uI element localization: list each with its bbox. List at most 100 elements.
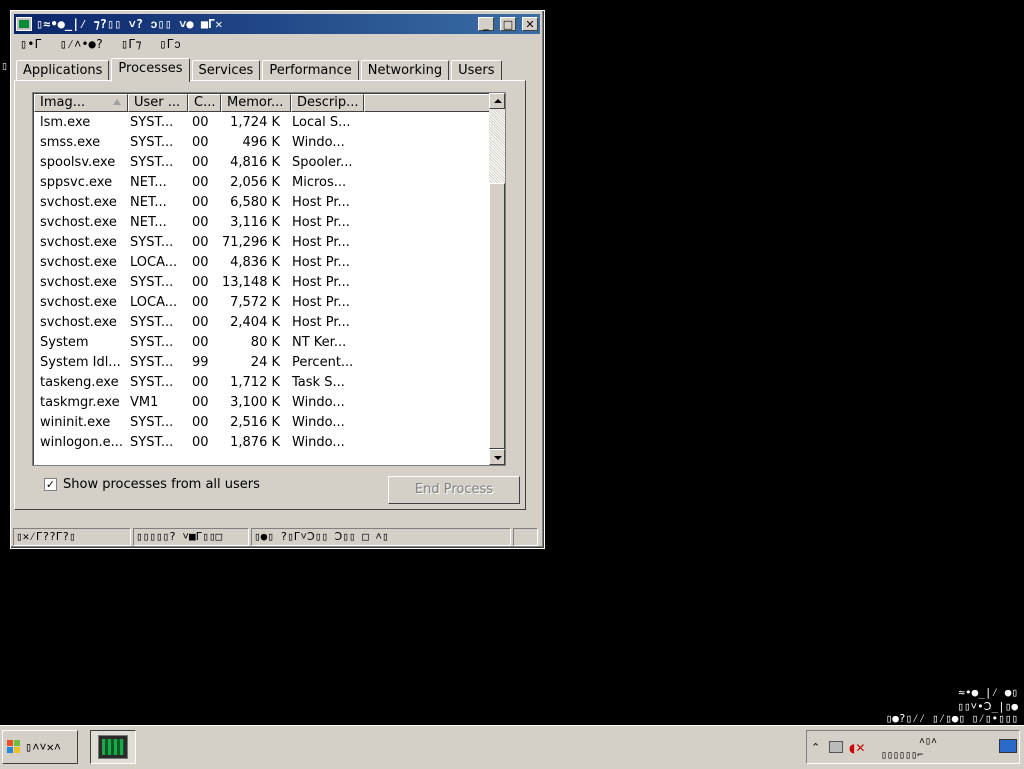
task-manager-icon — [98, 735, 128, 759]
minimize-button[interactable]: _ — [478, 17, 494, 31]
arrow-up-icon — [494, 99, 502, 103]
scroll-thumb[interactable] — [489, 183, 505, 449]
system-tray: ⌃ ◖✕ ˄▯˄ ▯▯▯▯▯▯⌐ — [806, 730, 1020, 764]
tab-users[interactable]: Users — [451, 60, 502, 80]
cell-image-name: svchost.exe — [40, 195, 117, 210]
maximize-button[interactable]: □ — [500, 17, 516, 31]
cell-description: Host Pr... — [292, 235, 350, 250]
network-icon[interactable] — [829, 741, 843, 753]
cell-image-name: taskeng.exe — [40, 375, 119, 390]
task-manager-icon — [16, 17, 32, 31]
cell-memory: 80 K — [250, 335, 280, 350]
cell-cpu: 00 — [192, 255, 209, 270]
table-row[interactable]: winlogon.e... SYST... 00 1,876 K Windo... — [34, 433, 376, 453]
cell-cpu: 00 — [192, 275, 209, 290]
vertical-scrollbar[interactable] — [489, 93, 505, 465]
cell-user-name: SYST... — [130, 275, 174, 290]
cell-description: Windo... — [292, 415, 345, 430]
title-bar[interactable]: ▯≈•●_|⁄ ⁊?▯▯ ˅? ↄ▯▯ ˅● ■Г✕ _ □ ✕ — [14, 14, 540, 34]
show-all-users-option[interactable]: ✓ Show processes from all users — [44, 477, 260, 492]
cell-user-name: SYST... — [130, 375, 174, 390]
cell-memory: 13,148 K — [222, 275, 281, 290]
table-row[interactable]: svchost.exe LOCA... 00 4,836 K Host Pr... — [34, 253, 376, 273]
desktop-text-line-1: ≈•●_|⁄ ●▯ — [958, 686, 1018, 699]
column-cpu[interactable]: C... — [188, 94, 221, 112]
table-row[interactable]: sppsvc.exe NET... 00 2,056 K Micros... — [34, 173, 376, 193]
tab-applications[interactable]: Applications — [16, 60, 110, 80]
taskbar: ▯˄˅✕˄ ⌃ ◖✕ ˄▯˄ ▯▯▯▯▯▯⌐ — [0, 725, 1024, 769]
tab-performance[interactable]: Performance — [262, 60, 359, 80]
cell-memory: 1,724 K — [230, 115, 280, 130]
table-row[interactable]: System Idl... SYST... 99 24 K Percent... — [34, 353, 376, 373]
clock-time[interactable]: ˄▯˄ — [919, 736, 937, 748]
tab-services[interactable]: Services — [191, 60, 261, 80]
tab-processes[interactable]: Processes — [111, 58, 190, 82]
column-image-name-label: Imag... — [40, 95, 86, 110]
process-rows: lsm.exe SYST... 00 1,724 K Local S... smss.ex… — [34, 113, 376, 453]
table-row[interactable]: svchost.exe SYST... 00 13,148 K Host Pr... — [34, 273, 376, 293]
table-row[interactable]: svchost.exe LOCA... 00 7,572 K Host Pr... — [34, 293, 376, 313]
cell-user-name: SYST... — [130, 415, 174, 430]
process-list[interactable]: Imag... User ... C... Memor... Descrip..… — [32, 92, 506, 466]
cell-cpu: 00 — [192, 395, 209, 410]
scroll-up-button[interactable] — [489, 93, 505, 109]
cell-image-name: System — [40, 335, 89, 350]
cell-cpu: 00 — [192, 375, 209, 390]
show-hidden-icons-icon[interactable]: ⌃ — [811, 741, 825, 755]
table-row[interactable]: svchost.exe NET... 00 6,580 K Host Pr... — [34, 193, 376, 213]
start-button[interactable]: ▯˄˅✕˄ — [2, 730, 78, 764]
menu-item-options[interactable]: ▯⁄˄•●? — [60, 37, 103, 52]
table-row[interactable]: taskmgr.exe VM1 00 3,100 K Windo... — [34, 393, 376, 413]
cell-image-name: wininit.exe — [40, 415, 111, 430]
end-process-button[interactable]: End Process — [388, 476, 520, 504]
show-desktop-icon[interactable] — [999, 739, 1017, 753]
cell-description: NT Ker... — [292, 335, 347, 350]
arrow-down-icon — [494, 456, 502, 460]
cell-image-name: svchost.exe — [40, 215, 117, 230]
table-row[interactable]: System SYST... 00 80 K NT Ker... — [34, 333, 376, 353]
cell-user-name: NET... — [130, 195, 167, 210]
cell-cpu: 00 — [192, 235, 209, 250]
column-description[interactable]: Descrip... — [291, 94, 364, 112]
cell-user-name: SYST... — [130, 355, 174, 370]
table-row[interactable]: lsm.exe SYST... 00 1,724 K Local S... — [34, 113, 376, 133]
clock-date[interactable]: ▯▯▯▯▯▯⌐ — [881, 750, 923, 761]
menu-item-help[interactable]: ▯Гↄ — [159, 37, 181, 52]
cell-user-name: SYST... — [130, 315, 174, 330]
taskbar-task-manager-button[interactable] — [90, 730, 136, 764]
cell-user-name: LOCA... — [130, 295, 178, 310]
desktop-text-line-3: ▯●?▯⁄⁄ ▯⁄▯●▯ ▯⁄▯•▯▯▯ — [885, 712, 1018, 725]
sort-ascending-icon — [113, 99, 121, 105]
table-row[interactable]: wininit.exe SYST... 00 2,516 K Windo... — [34, 413, 376, 433]
tab-networking[interactable]: Networking — [360, 60, 450, 80]
table-row[interactable]: spoolsv.exe SYST... 00 4,816 K Spooler... — [34, 153, 376, 173]
column-image-name[interactable]: Imag... — [34, 94, 128, 112]
cell-user-name: NET... — [130, 175, 167, 190]
cell-cpu: 00 — [192, 135, 209, 150]
column-memory[interactable]: Memor... — [221, 94, 291, 112]
menu-item-file[interactable]: ▯•Г — [20, 37, 42, 51]
status-grip — [513, 528, 538, 546]
cell-description: Percent... — [292, 355, 354, 370]
windows-logo-icon — [7, 740, 21, 754]
show-all-users-label: Show processes from all users — [63, 477, 260, 492]
show-all-users-checkbox[interactable]: ✓ — [44, 478, 57, 491]
table-row[interactable]: svchost.exe SYST... 00 2,404 K Host Pr... — [34, 313, 376, 333]
cell-memory: 3,100 K — [230, 395, 280, 410]
status-processes: ▯✕⁄Г??Г?▯ — [13, 528, 131, 546]
cell-image-name: svchost.exe — [40, 275, 117, 290]
column-user-name[interactable]: User ... — [128, 94, 188, 112]
close-button[interactable]: ✕ — [522, 17, 538, 31]
volume-muted-icon[interactable]: ◖✕ — [849, 741, 865, 755]
table-row[interactable]: svchost.exe SYST... 00 71,296 K Host Pr... — [34, 233, 376, 253]
menu-item-view[interactable]: ▯Г⁊ — [121, 37, 141, 51]
cell-user-name: SYST... — [130, 435, 174, 450]
table-row[interactable]: svchost.exe NET... 00 3,116 K Host Pr... — [34, 213, 376, 233]
cell-description: Host Pr... — [292, 315, 350, 330]
cell-image-name: svchost.exe — [40, 255, 117, 270]
cell-user-name: LOCA... — [130, 255, 178, 270]
table-row[interactable]: smss.exe SYST... 00 496 K Windo... — [34, 133, 376, 153]
scroll-down-button[interactable] — [489, 449, 505, 465]
table-row[interactable]: taskeng.exe SYST... 00 1,712 K Task S... — [34, 373, 376, 393]
column-filler — [364, 94, 492, 112]
